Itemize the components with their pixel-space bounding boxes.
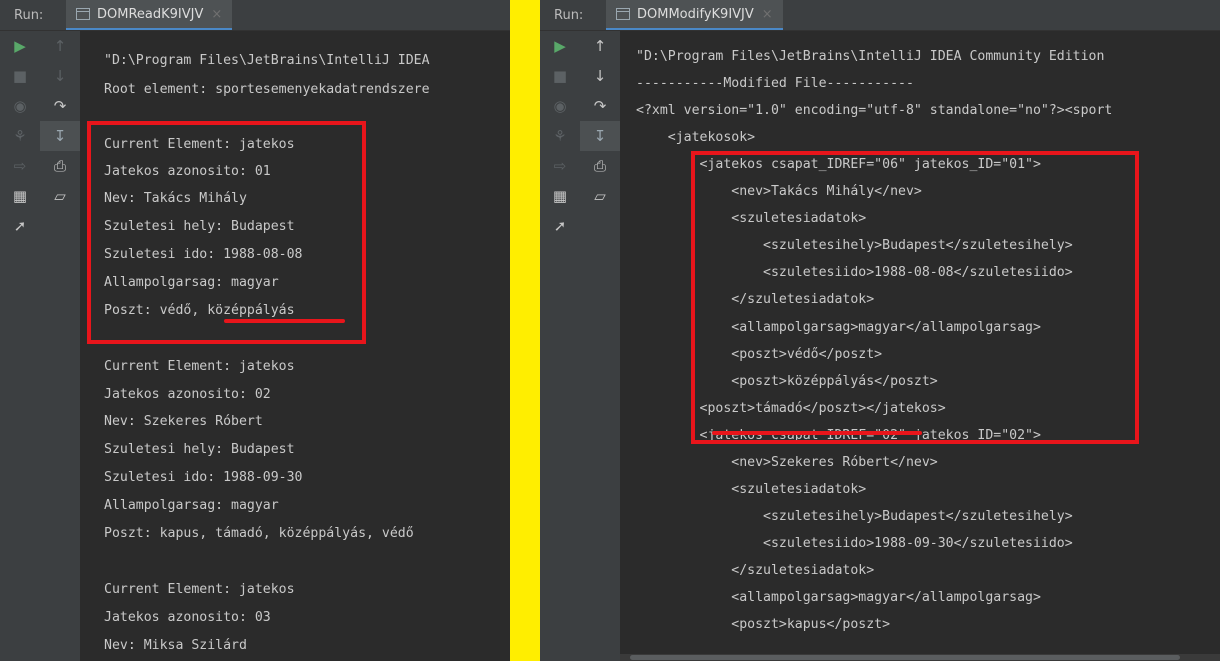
run-icon[interactable]: ▶ bbox=[0, 31, 40, 61]
soft-wrap-icon[interactable]: ↷ bbox=[40, 91, 80, 121]
console-line: Szuletesi ido: 1988-09-30 bbox=[104, 470, 303, 485]
console-line: <?xml version="1.0" encoding="utf-8" sta… bbox=[636, 103, 1113, 118]
highlight-underline bbox=[712, 431, 922, 435]
stop-icon[interactable]: ■ bbox=[540, 61, 580, 91]
print-icon[interactable]: ⎙ bbox=[40, 151, 80, 181]
tab-title: DOMModifyK9IVJV bbox=[637, 6, 754, 22]
run-header: Run: DOMModifyK9IVJV × bbox=[540, 0, 1220, 31]
scroll-to-end-icon[interactable]: ↧ bbox=[580, 121, 620, 151]
soft-wrap-icon[interactable]: ↷ bbox=[580, 91, 620, 121]
login-icon[interactable]: ⇨ bbox=[540, 151, 580, 181]
highlight-underline bbox=[224, 319, 345, 323]
console-line: Poszt: kapus, támadó, középpályás, védő bbox=[104, 526, 414, 541]
run-tab-domread[interactable]: DOMReadK9IVJV × bbox=[66, 0, 233, 30]
camera-icon[interactable]: ◉ bbox=[540, 91, 580, 121]
read-run-panel: Run: DOMReadK9IVJV × ▶ ■ ◉ ⚘ ⇨ ▦ ➚ ↑ ↓ ↷… bbox=[0, 0, 510, 661]
pin-icon[interactable]: ➚ bbox=[0, 211, 40, 241]
console-line: Szuletesi hely: Budapest bbox=[104, 442, 295, 457]
debug-bug-icon[interactable]: ⚘ bbox=[540, 121, 580, 151]
run-header: Run: DOMReadK9IVJV × bbox=[0, 0, 510, 31]
console-line: Allampolgarsag: magyar bbox=[104, 498, 279, 513]
horizontal-scrollbar[interactable] bbox=[620, 654, 1220, 661]
console-line: Jatekos azonosito: 03 bbox=[104, 610, 271, 625]
console-line: <szuletesiido>1988-09-30</szuletesiido> bbox=[636, 536, 1073, 551]
console-line: Current Element: jatekos bbox=[104, 582, 295, 597]
console-line: <jatekosok> bbox=[636, 130, 756, 145]
scrollbar-thumb[interactable] bbox=[630, 655, 1180, 660]
tab-title: DOMReadK9IVJV bbox=[97, 6, 204, 22]
console-line: <szuletesiadatok> bbox=[636, 482, 867, 497]
console-line: -----------Modified File----------- bbox=[636, 76, 914, 91]
console-line: Jatekos azonosito: 02 bbox=[104, 387, 271, 402]
layout-icon[interactable]: ▦ bbox=[540, 181, 580, 211]
login-icon[interactable]: ⇨ bbox=[0, 151, 40, 181]
console-line: Root element: sportesemenyekadatrendszer… bbox=[104, 82, 430, 97]
tab-close-button[interactable]: × bbox=[762, 7, 773, 22]
scroll-to-end-icon[interactable]: ↧ bbox=[40, 121, 80, 151]
arrow-up-icon[interactable]: ↑ bbox=[580, 31, 620, 61]
layout-icon[interactable]: ▦ bbox=[0, 181, 40, 211]
arrow-down-icon[interactable]: ↓ bbox=[40, 61, 80, 91]
trash-icon[interactable]: ▱ bbox=[580, 181, 620, 211]
pin-icon[interactable]: ➚ bbox=[540, 211, 580, 241]
stop-icon[interactable]: ■ bbox=[0, 61, 40, 91]
run-label: Run: bbox=[14, 7, 44, 23]
console-line: </szuletesiadatok> bbox=[636, 563, 875, 578]
modify-run-panel: Run: DOMModifyK9IVJV × ▶ ■ ◉ ⚘ ⇨ ▦ ➚ ↑ ↓… bbox=[540, 0, 1220, 661]
trash-icon[interactable]: ▱ bbox=[40, 181, 80, 211]
run-toolbar: ▶ ■ ◉ ⚘ ⇨ ▦ ➚ ↑ ↓ ↷ ↧ ⎙ ▱ bbox=[540, 31, 620, 661]
print-icon[interactable]: ⎙ bbox=[580, 151, 620, 181]
tab-close-button[interactable]: × bbox=[211, 7, 222, 22]
console-line: Nev: Miksa Szilárd bbox=[104, 638, 247, 653]
console-line: <poszt>kapus</poszt> bbox=[636, 617, 891, 632]
console-tab-icon bbox=[76, 8, 90, 20]
arrow-down-icon[interactable]: ↓ bbox=[580, 61, 620, 91]
debug-bug-icon[interactable]: ⚘ bbox=[0, 121, 40, 151]
run-icon[interactable]: ▶ bbox=[540, 31, 580, 61]
console-tab-icon bbox=[616, 8, 630, 20]
run-tab-dommodify[interactable]: DOMModifyK9IVJV × bbox=[606, 0, 783, 30]
console-line: "D:\Program Files\JetBrains\IntelliJ IDE… bbox=[636, 49, 1105, 64]
console-line: "D:\Program Files\JetBrains\IntelliJ IDE… bbox=[104, 53, 430, 68]
console-line: Nev: Szekeres Róbert bbox=[104, 414, 263, 429]
highlight-box bbox=[691, 151, 1139, 444]
run-toolbar: ▶ ■ ◉ ⚘ ⇨ ▦ ➚ ↑ ↓ ↷ ↧ ⎙ ▱ bbox=[0, 31, 80, 661]
console-line: <allampolgarsag>magyar</allampolgarsag> bbox=[636, 590, 1041, 605]
arrow-up-icon[interactable]: ↑ bbox=[40, 31, 80, 61]
yellow-divider bbox=[510, 0, 540, 661]
camera-icon[interactable]: ◉ bbox=[0, 91, 40, 121]
console-line: <nev>Szekeres Róbert</nev> bbox=[636, 455, 938, 470]
highlight-box bbox=[87, 121, 366, 344]
console-line: Current Element: jatekos bbox=[104, 359, 295, 374]
run-label: Run: bbox=[554, 7, 584, 23]
console-line: <szuletesihely>Budapest</szuletesihely> bbox=[636, 509, 1073, 524]
